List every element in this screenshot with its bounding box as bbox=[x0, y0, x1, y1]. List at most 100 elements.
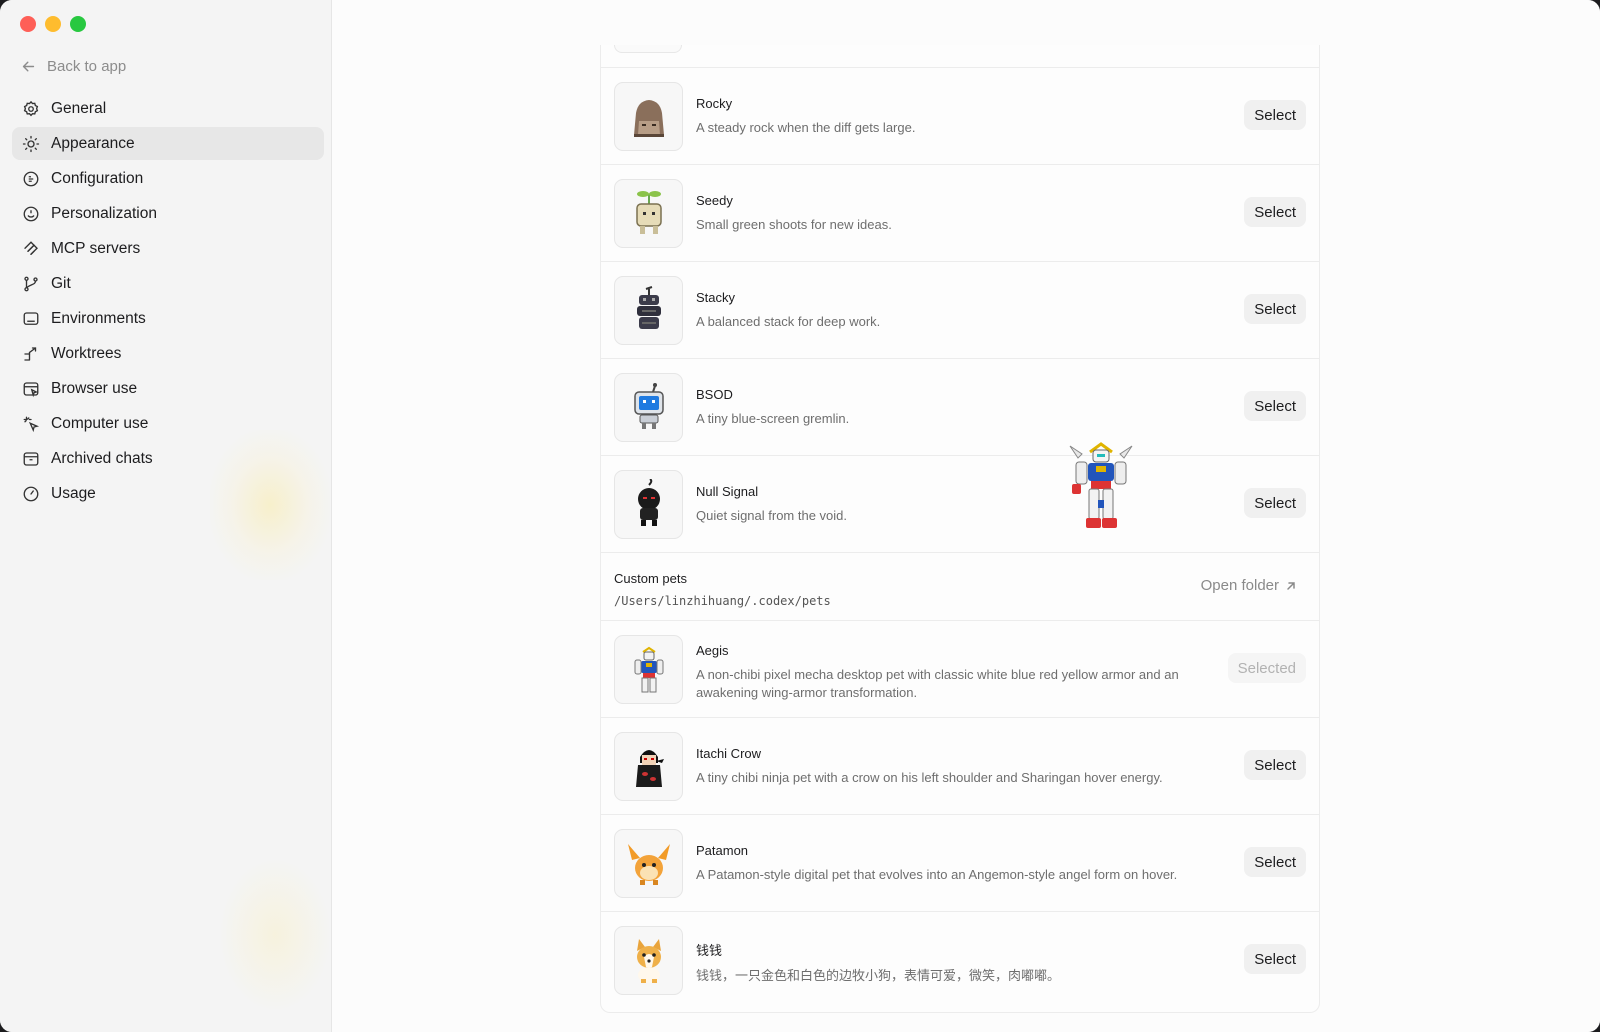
list-item: Patamon A Patamon-style digital pet that… bbox=[601, 814, 1319, 911]
sidebar-item-worktrees[interactable]: Worktrees bbox=[12, 337, 324, 370]
open-folder-label: Open folder bbox=[1200, 577, 1279, 594]
sidebar-item-label: Usage bbox=[51, 484, 96, 502]
gauge-icon bbox=[23, 486, 39, 501]
shadow-pet-icon bbox=[637, 478, 660, 526]
pet-name: BSOD bbox=[696, 387, 733, 402]
list-item: 钱钱 钱钱，一只金色和白色的边牧小狗，表情可爱，微笑，肉嘟嘟。 Select bbox=[601, 911, 1319, 1008]
back-to-app-label: Back to app bbox=[47, 57, 127, 75]
pet-thumbnail bbox=[614, 635, 683, 704]
monitor-icon bbox=[23, 311, 39, 325]
select-button[interactable]: Select bbox=[1244, 750, 1306, 780]
sidebar-item-label: MCP servers bbox=[51, 239, 141, 257]
sidebar-item-label: Archived chats bbox=[51, 449, 153, 467]
select-button[interactable]: Select bbox=[1244, 847, 1306, 877]
cursor-sparkle-icon bbox=[23, 416, 40, 432]
sidebar-glow bbox=[220, 860, 330, 1010]
gear-icon bbox=[23, 100, 39, 116]
browser-icon bbox=[23, 381, 39, 397]
list-item: Itachi Crow A tiny chibi ninja pet with … bbox=[601, 717, 1319, 814]
pet-description: A tiny chibi ninja pet with a crow on hi… bbox=[696, 770, 1163, 785]
personalization-icon bbox=[23, 206, 39, 221]
pet-thumbnail bbox=[614, 732, 683, 801]
select-button[interactable]: Select bbox=[1244, 294, 1306, 324]
pet-description: A steady rock when the diff gets large. bbox=[696, 120, 916, 135]
list-item: Rocky A steady rock when the diff gets l… bbox=[601, 67, 1319, 164]
sun-icon bbox=[22, 135, 40, 152]
pet-thumbnail bbox=[614, 179, 683, 248]
pet-name: 钱钱 bbox=[696, 943, 723, 958]
sidebar-item-label: Worktrees bbox=[51, 344, 122, 362]
dog-pet-icon bbox=[636, 938, 661, 983]
pet-thumbnail bbox=[614, 276, 683, 345]
sidebar-item-browser-use[interactable]: Browser use bbox=[12, 372, 324, 405]
maximize-window-button[interactable] bbox=[70, 16, 86, 32]
patamon-pet-icon bbox=[627, 843, 670, 885]
pet-description: A Patamon-style digital pet that evolves… bbox=[696, 867, 1178, 882]
open-folder-link[interactable]: Open folder bbox=[1201, 577, 1297, 594]
list-item: Seedy Small green shoots for new ideas. … bbox=[601, 164, 1319, 261]
sidebar-item-label: Computer use bbox=[51, 414, 149, 432]
window-controls bbox=[20, 16, 86, 32]
mecha-pet-icon bbox=[634, 646, 663, 692]
sidebar-item-label: Environments bbox=[51, 309, 146, 327]
pet-name: Rocky bbox=[696, 96, 733, 111]
robot-pet-icon bbox=[633, 382, 664, 429]
select-button[interactable]: Select bbox=[1244, 197, 1306, 227]
select-button[interactable]: Select bbox=[1244, 944, 1306, 974]
sidebar-item-label: Appearance bbox=[51, 134, 135, 152]
pet-description: A tiny blue-screen gremlin. bbox=[696, 411, 850, 426]
select-button[interactable]: Select bbox=[1244, 391, 1306, 421]
sidebar-item-appearance[interactable]: Appearance bbox=[12, 127, 324, 160]
previous-pet-thumbnail bbox=[614, 45, 682, 53]
select-button[interactable]: Select bbox=[1244, 100, 1306, 130]
pet-name: Stacky bbox=[696, 290, 736, 305]
pet-thumbnail bbox=[614, 470, 683, 539]
sidebar-item-personalization[interactable]: Personalization bbox=[12, 197, 324, 230]
list-item: Null Signal Quiet signal from the void. … bbox=[601, 455, 1319, 552]
arrow-left-icon bbox=[22, 61, 35, 71]
sidebar-item-label: Personalization bbox=[51, 204, 157, 222]
pet-name: Itachi Crow bbox=[696, 746, 762, 761]
pet-description: Small green shoots for new ideas. bbox=[696, 217, 892, 232]
select-button[interactable]: Select bbox=[1244, 488, 1306, 518]
ninja-pet-icon bbox=[635, 749, 664, 787]
selected-button[interactable]: Selected bbox=[1227, 653, 1306, 683]
pet-name: Seedy bbox=[696, 193, 733, 208]
floating-pet-mecha[interactable] bbox=[1068, 440, 1134, 532]
mcp-icon bbox=[24, 240, 38, 255]
custom-pets-header: Custom pets /Users/linzhihuang/.codex/pe… bbox=[601, 552, 1319, 620]
git-branch-icon bbox=[24, 276, 38, 291]
sidebar-item-git[interactable]: Git bbox=[12, 267, 324, 300]
pet-thumbnail bbox=[614, 82, 683, 151]
main-content[interactable]: Rocky A steady rock when the diff gets l… bbox=[332, 0, 1600, 1032]
sidebar-item-usage[interactable]: Usage bbox=[12, 477, 324, 510]
pet-thumbnail bbox=[614, 373, 683, 442]
settings-nav: General Appearance Configuration Persona… bbox=[12, 92, 324, 512]
pet-description: A non-chibi pixel mecha desktop pet with… bbox=[696, 667, 1179, 700]
section-title: Custom pets bbox=[614, 571, 687, 586]
sidebar-item-general[interactable]: General bbox=[12, 92, 324, 125]
minimize-window-button[interactable] bbox=[45, 16, 61, 32]
sidebar: Back to app General Appearance Configura… bbox=[0, 0, 332, 1032]
config-icon bbox=[23, 171, 39, 186]
sidebar-item-label: General bbox=[51, 99, 107, 117]
rock-pet-icon bbox=[633, 99, 664, 137]
worktree-icon bbox=[24, 346, 37, 361]
pets-folder-path: /Users/linzhihuang/.codex/pets bbox=[614, 594, 831, 608]
sidebar-item-archived-chats[interactable]: Archived chats bbox=[12, 442, 324, 475]
back-to-app-link[interactable]: Back to app bbox=[20, 55, 126, 77]
pet-description: A balanced stack for deep work. bbox=[696, 314, 881, 329]
pet-thumbnail bbox=[614, 829, 683, 898]
sidebar-item-computer-use[interactable]: Computer use bbox=[12, 407, 324, 440]
list-item: BSOD A tiny blue-screen gremlin. Select bbox=[601, 358, 1319, 455]
sidebar-item-mcp-servers[interactable]: MCP servers bbox=[12, 232, 324, 265]
sidebar-item-configuration[interactable]: Configuration bbox=[12, 162, 324, 195]
list-item: Aegis A non-chibi pixel mecha desktop pe… bbox=[601, 620, 1319, 717]
pet-name: Aegis bbox=[696, 643, 729, 658]
pet-thumbnail bbox=[614, 926, 683, 995]
sprout-pet-icon bbox=[635, 190, 662, 234]
stack-pet-icon bbox=[636, 285, 661, 329]
close-window-button[interactable] bbox=[20, 16, 36, 32]
sidebar-item-label: Git bbox=[51, 274, 71, 292]
sidebar-item-environments[interactable]: Environments bbox=[12, 302, 324, 335]
